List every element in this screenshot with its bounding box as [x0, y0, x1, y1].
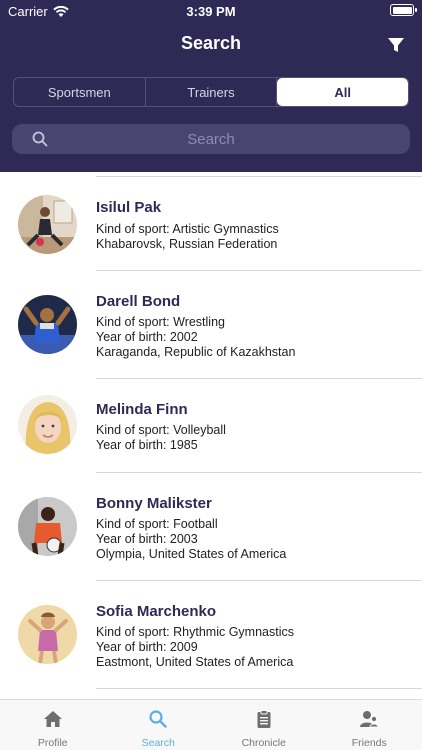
list-item[interactable]: Bonny Malikster Kind of sport: Football …	[0, 473, 422, 581]
home-icon	[43, 711, 62, 727]
status-bar: Carrier 3:39 PM	[0, 0, 422, 24]
person-info-line: Kind of sport: Football	[96, 517, 218, 531]
search-icon	[149, 710, 167, 728]
filter-icon[interactable]	[386, 35, 406, 55]
list-item[interactable]: Darell Bond Kind of sport: Wrestling Yea…	[0, 271, 422, 379]
person-info-line: Khabarovsk, Russian Federation	[96, 237, 278, 251]
tab-label: Profile	[37, 737, 68, 749]
avatar	[18, 497, 77, 556]
search-bar	[12, 124, 410, 154]
person-info-line: Year of birth: 2009	[96, 640, 198, 654]
tab-friends[interactable]: Friends	[317, 700, 422, 750]
list-divider	[96, 688, 422, 689]
avatar	[18, 395, 77, 454]
avatar	[18, 605, 77, 664]
avatar	[18, 295, 77, 354]
tab-chronicle[interactable]: Chronicle	[211, 700, 317, 750]
avatar	[18, 195, 77, 254]
segment-trainers[interactable]: Trainers	[146, 78, 278, 106]
person-info-line: Year of birth: 2003	[96, 532, 198, 546]
person-info-line: Eastmont, United States of America	[96, 655, 294, 669]
person-name: Darell Bond	[96, 293, 181, 310]
search-input[interactable]	[12, 124, 410, 154]
header: Carrier 3:39 PM Search Sportsmen Trainer…	[0, 0, 422, 172]
friends-icon	[360, 711, 379, 728]
person-info-line: Year of birth: 1985	[96, 438, 198, 452]
segment-sportsmen[interactable]: Sportsmen	[14, 78, 146, 106]
list-item[interactable]: Sofia Marchenko Kind of sport: Rhythmic …	[0, 581, 422, 689]
clipboard-icon	[257, 710, 271, 728]
status-time: 3:39 PM	[186, 4, 236, 19]
tab-profile[interactable]: Profile	[0, 700, 106, 750]
person-name: Isilul Pak	[96, 199, 162, 216]
tab-label: Chronicle	[241, 737, 286, 749]
battery-icon	[390, 4, 417, 16]
segmented-control: Sportsmen Trainers All	[13, 77, 409, 107]
segment-all[interactable]: All	[277, 78, 408, 106]
tab-label: Friends	[351, 737, 387, 749]
list-item[interactable]: Isilul Pak Kind of sport: Artistic Gymna…	[0, 172, 422, 271]
tab-label: Search	[141, 737, 175, 749]
tab-search[interactable]: Search	[106, 700, 212, 750]
list-item[interactable]: Melinda Finn Kind of sport: Volleyball Y…	[0, 379, 422, 473]
person-info-line: Olympia, United States of America	[96, 547, 287, 561]
people-list: Isilul Pak Kind of sport: Artistic Gymna…	[0, 172, 422, 699]
page-title: Search	[180, 33, 242, 53]
person-info-line: Year of birth: 2002	[96, 330, 198, 344]
search-icon	[32, 131, 48, 147]
person-name: Bonny Malikster	[96, 495, 212, 512]
person-info-line: Kind of sport: Volleyball	[96, 423, 226, 437]
person-name: Sofia Marchenko	[96, 603, 217, 620]
tab-bar: Profile Search Chronicle Friends	[0, 699, 422, 750]
person-info-line: Kind of sport: Wrestling	[96, 315, 225, 329]
person-info-line: Karaganda, Republic of Kazakhstan	[96, 345, 296, 359]
person-info-line: Kind of sport: Rhythmic Gymnastics	[96, 625, 294, 639]
person-info-line: Kind of sport: Artistic Gymnastics	[96, 222, 279, 236]
person-name: Melinda Finn	[96, 401, 188, 418]
